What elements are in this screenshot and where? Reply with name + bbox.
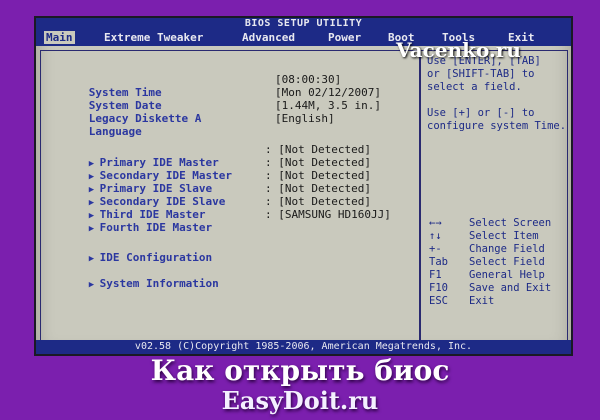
legacy-diskette-value[interactable]: [1.44M, 3.5 in.] [275,99,381,112]
ide-value: : [Not Detected] [265,182,371,195]
tab-power[interactable]: Power [326,31,363,44]
ide-value: : [Not Detected] [265,169,371,182]
ide-value: : [Not Detected] [265,195,371,208]
key-legend-row: Tab Select Field [429,256,545,269]
tab-main[interactable]: Main [44,31,75,44]
key-desc: Exit [469,295,495,307]
key-desc: Select Field [469,256,545,268]
help-line: configure system Time. [427,120,567,132]
key-name: Tab [429,256,448,268]
key-legend-row: +- Change Field [429,243,545,256]
ide-status: [Not Detected] [278,182,371,195]
bios-title: BIOS SETUP UTILITY [36,18,571,30]
key-desc: Select Screen [469,217,552,229]
key-legend-row: F10 Save and Exit [429,282,551,295]
tab-advanced[interactable]: Advanced [240,31,297,44]
language-value[interactable]: [English] [275,112,335,125]
site-watermark: Vacenko.ru [396,38,521,62]
submenu-arrow-icon: ▶ [88,254,100,264]
key-legend-row: ESC Exit [429,295,494,308]
field-label: Language [88,125,142,138]
key-name: ↑↓ [429,230,442,242]
key-desc: Save and Exit [469,282,552,294]
tab-extreme-tweaker[interactable]: Extreme Tweaker [102,31,205,44]
main-settings-panel: System Time [08:00:30] System Date [Mon … [40,50,420,348]
key-desc: Select Item [469,230,539,242]
key-name: +- [429,243,442,255]
submenu-system-information[interactable]: ▶ System Information [49,264,219,305]
caption-site: EasyDoit.ru [221,386,379,415]
system-date-value[interactable]: [Mon 02/12/2007] [275,86,381,99]
help-line: Use [+] or [-] to [427,107,535,119]
system-time-value[interactable]: [08:00:30] [275,73,341,86]
key-legend-row: ↑↓ Select Item [429,230,539,243]
help-panel: Use [ENTER], [TAB] or [SHIFT-TAB] to sel… [420,50,568,348]
ide-status: [Not Detected] [278,169,371,182]
submenu-arrow-icon: ▶ [88,280,100,290]
ide-value: : [Not Detected] [265,156,371,169]
help-line: or [SHIFT-TAB] to [427,68,535,80]
ide-status: [Not Detected] [278,156,371,169]
submenu-arrow-icon: ▶ [88,224,100,234]
key-name: ←→ [429,217,442,229]
bios-screen: BIOS SETUP UTILITY Main Extreme Tweaker … [34,16,573,356]
ide-status: [Not Detected] [278,143,371,156]
bios-footer: v02.58 (C)Copyright 1985-2006, American … [36,340,571,354]
submenu-label: IDE Configuration [99,251,213,264]
ide-value: : [SAMSUNG HD160JJ] [265,208,391,221]
key-legend-row: F1 General Help [429,269,545,282]
key-name: ESC [429,295,448,307]
ide-value: : [Not Detected] [265,143,371,156]
key-name: F10 [429,282,448,294]
key-legend-row: ←→ Select Screen [429,217,551,230]
help-line: select a field. [427,81,522,93]
ide-status: [Not Detected] [278,195,371,208]
key-desc: Change Field [469,243,545,255]
ide-label: Fourth IDE Master [99,221,213,234]
submenu-label: System Information [99,277,219,290]
key-name: F1 [429,269,442,281]
ide-status: [SAMSUNG HD160JJ] [278,208,391,221]
caption-title: Как открыть биос [150,354,450,387]
key-desc: General Help [469,269,545,281]
